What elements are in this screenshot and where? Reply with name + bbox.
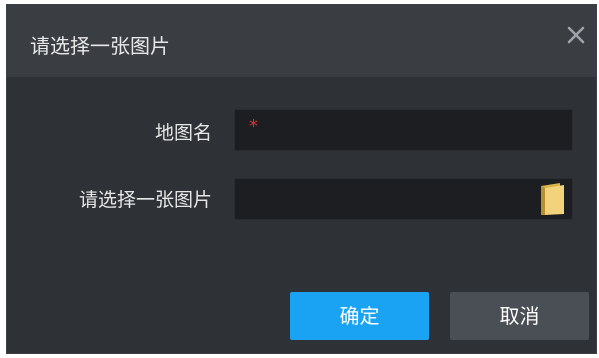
image-label: 请选择一张图片	[78, 189, 212, 211]
select-image-dialog: 请选择一张图片 地图名 * 请选择一张图片 确定 取消	[6, 4, 597, 354]
dialog-title: 请选择一张图片	[30, 34, 170, 58]
dialog-titlebar: 请选择一张图片	[7, 5, 596, 77]
close-icon[interactable]	[564, 23, 588, 47]
cancel-button[interactable]: 取消	[450, 292, 589, 340]
image-path-input[interactable]	[234, 178, 573, 220]
required-mark: *	[249, 116, 258, 137]
ok-button[interactable]: 确定	[290, 292, 429, 340]
map-name-input[interactable]: *	[234, 109, 573, 151]
folder-icon[interactable]	[538, 182, 566, 216]
map-name-label: 地图名	[154, 122, 212, 144]
